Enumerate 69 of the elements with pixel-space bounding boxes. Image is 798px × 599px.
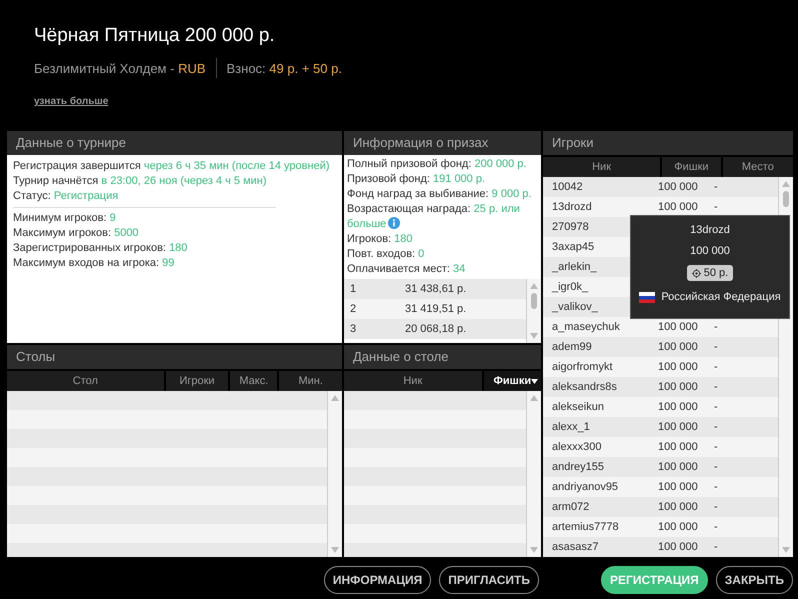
panel-header: Игроки bbox=[543, 131, 793, 155]
game-type: Безлимитный Холдем - RUB bbox=[34, 60, 206, 76]
scroll-up-icon[interactable] bbox=[782, 181, 790, 187]
action-button[interactable]: ЗАКРЫТЬ bbox=[716, 566, 793, 594]
scroll-down-icon[interactable] bbox=[782, 547, 790, 553]
scroll-thumb-icon[interactable] bbox=[783, 191, 789, 207]
player-row[interactable]: a_maseychuk 100 000 - bbox=[543, 317, 778, 337]
info-text: Оплачивается мест: 34 bbox=[347, 263, 466, 275]
player-row[interactable]: aigorfromykt 100 000 - bbox=[543, 357, 778, 377]
player-row[interactable]: asasasz7 100 000 - bbox=[543, 537, 778, 557]
column-header: Стол Игроки Макс. Мин. bbox=[7, 369, 342, 391]
scrollbar[interactable] bbox=[327, 391, 342, 557]
sort-caret-icon bbox=[531, 379, 538, 384]
scrollbar[interactable] bbox=[526, 391, 541, 557]
player-row[interactable]: alexx_1 100 000 - bbox=[543, 417, 778, 437]
scrollbar[interactable] bbox=[526, 279, 541, 343]
prize-row: 3 20 068,18 р. bbox=[344, 319, 526, 339]
info-text: Призовой фонд: 191 000 р. bbox=[347, 173, 486, 185]
scroll-up-icon[interactable] bbox=[530, 283, 538, 289]
target-icon bbox=[692, 268, 701, 278]
panel-header: Данные о турнире bbox=[7, 131, 342, 155]
column-header: Ник Фишки Место bbox=[543, 155, 793, 177]
scroll-thumb-icon[interactable] bbox=[531, 293, 537, 309]
info-text: Повт. входов: 0 bbox=[347, 248, 424, 260]
bounty-badge: 50 р. bbox=[686, 265, 734, 281]
scroll-down-icon[interactable] bbox=[530, 333, 538, 339]
flag-icon bbox=[639, 292, 656, 302]
player-row[interactable]: andriyanov95 100 000 - bbox=[543, 477, 778, 497]
tooltip-country: Российская Федерация bbox=[661, 291, 781, 303]
tooltip-chips: 100 000 bbox=[690, 245, 730, 257]
learn-more-link[interactable]: узнать больше bbox=[34, 96, 108, 107]
player-row[interactable]: arm072 100 000 - bbox=[543, 497, 778, 517]
info-text: Максимум игроков: 5000 bbox=[13, 227, 139, 239]
info-text: Турнир начнётся в 23:00, 26 ноя (через 4 ч 5 мин) bbox=[13, 175, 267, 187]
player-row[interactable]: alexxx300 100 000 - bbox=[543, 437, 778, 457]
buyin-text: Взнос: 49 р. + 50 р. bbox=[226, 60, 342, 76]
player-row[interactable]: aleksandrs8s 100 000 - bbox=[543, 377, 778, 397]
action-button[interactable]: ИНФОРМАЦИЯ bbox=[324, 566, 432, 594]
scroll-down-icon[interactable] bbox=[331, 547, 339, 553]
info-text: Минимум игроков: 9 bbox=[13, 212, 116, 224]
scroll-down-icon[interactable] bbox=[530, 547, 538, 553]
prize-row: 1 31 438,61 р. bbox=[344, 279, 526, 299]
column-header[interactable]: Фишки bbox=[482, 371, 541, 391]
info-text: Игроков: 180 bbox=[347, 233, 413, 245]
action-button[interactable]: ПРИГЛАСИТЬ bbox=[439, 566, 540, 594]
tooltip-nick: 13drozd bbox=[690, 224, 730, 236]
info-text: Регистрация завершится через 6 ч 35 мин (после 14 уровней) bbox=[13, 160, 330, 172]
panel-header: Данные о столе bbox=[344, 345, 541, 369]
info-text: Статус: Регистрация bbox=[13, 190, 118, 202]
player-row[interactable]: andrey155 100 000 - bbox=[543, 457, 778, 477]
info-text: Зарегистрированных игроков: 180 bbox=[13, 242, 188, 254]
player-row[interactable]: 10042 100 000 - bbox=[543, 177, 778, 197]
tournament-title: Чёрная Пятница 200 000 р. bbox=[34, 24, 276, 48]
panel-header: Информация о призах bbox=[344, 131, 541, 155]
info-text: Полный призовой фонд: 200 000 р. bbox=[347, 158, 526, 170]
prize-row: 2 31 419,51 р. bbox=[344, 299, 526, 319]
scroll-up-icon[interactable] bbox=[530, 395, 538, 401]
player-row[interactable]: alekseikun 100 000 - bbox=[543, 397, 778, 417]
info-text: Возрастающая награда: 25 р. или bbox=[347, 203, 520, 215]
info-text: Максимум входов на игрока: 99 bbox=[13, 257, 174, 269]
scroll-up-icon[interactable] bbox=[331, 395, 339, 401]
info-text: больше bbox=[347, 218, 386, 230]
player-row[interactable]: adem99 100 000 - bbox=[543, 337, 778, 357]
column-header[interactable]: Ник bbox=[344, 371, 482, 391]
info-icon[interactable] bbox=[388, 217, 400, 229]
player-row[interactable]: artemius7778 100 000 - bbox=[543, 517, 778, 537]
info-text: Фонд наград за выбивание: 9 000 р. bbox=[347, 188, 532, 200]
panel-header: Столы bbox=[7, 345, 342, 369]
player-row[interactable]: 13drozd 100 000 - bbox=[543, 197, 778, 217]
